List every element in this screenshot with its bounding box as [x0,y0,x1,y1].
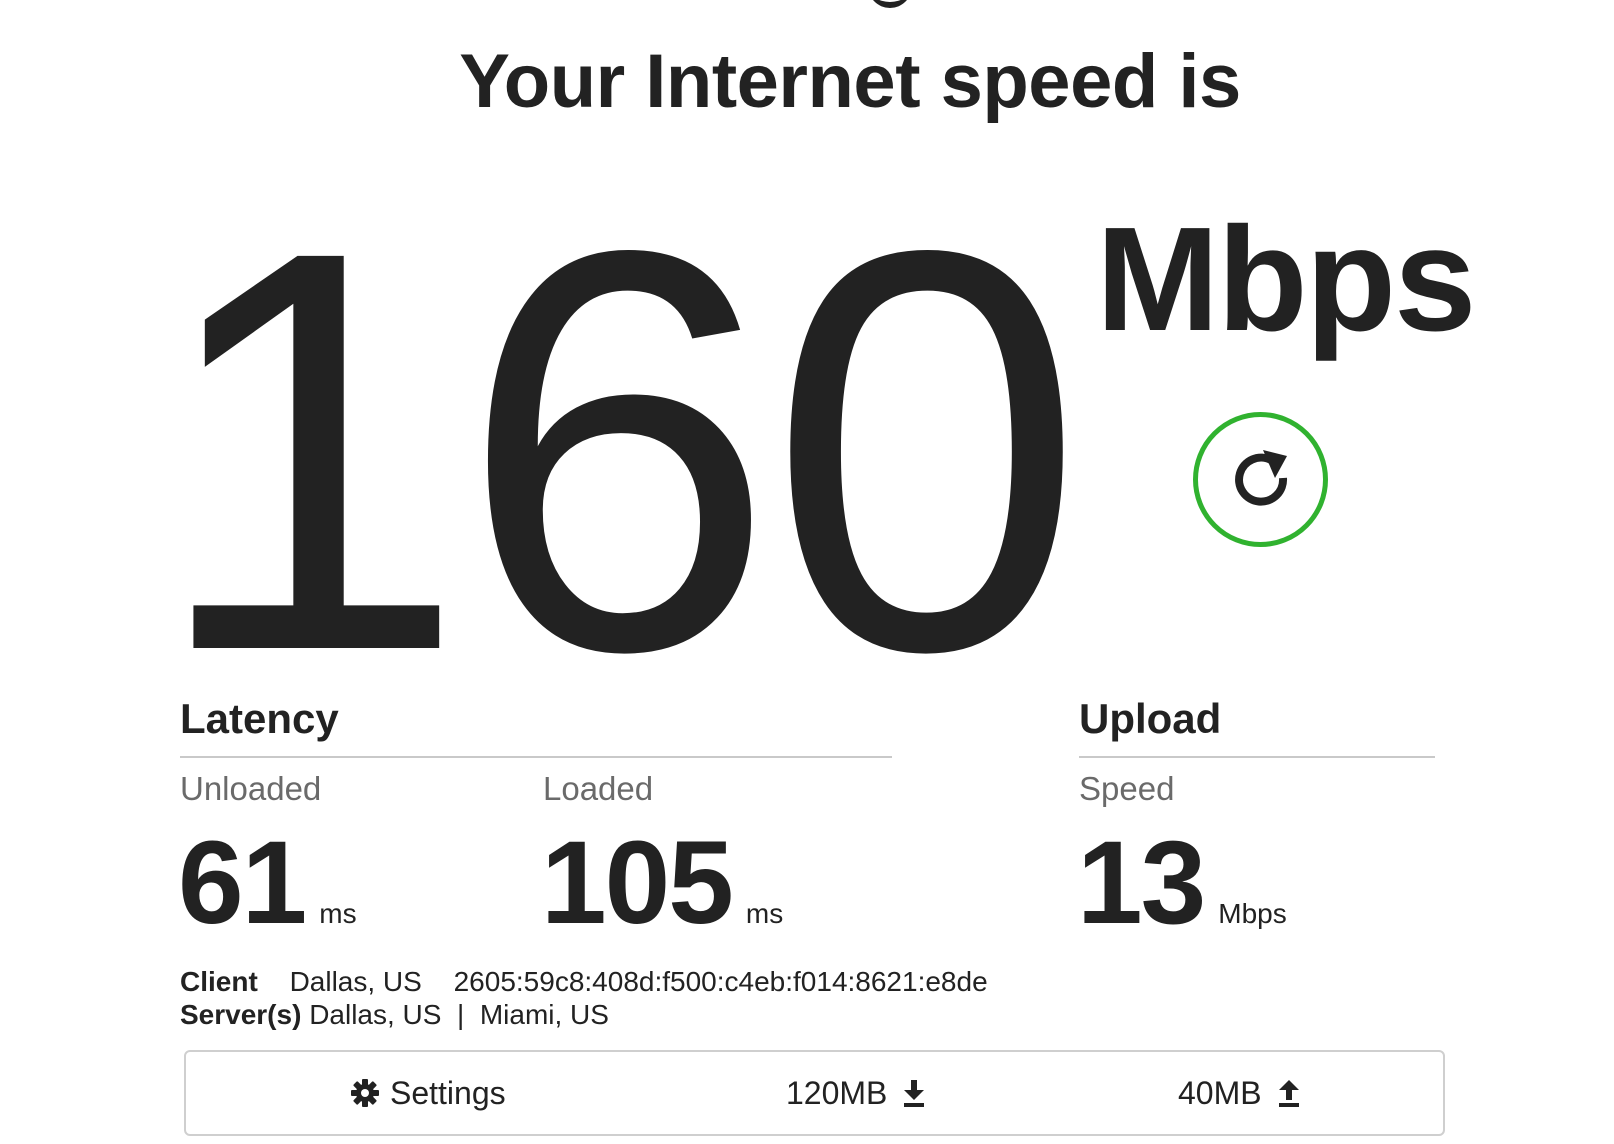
loaded-latency: 105 ms [541,824,783,942]
upload-size-label: 40MB [1178,1074,1262,1111]
refresh-button[interactable] [1193,412,1328,547]
client-location: Dallas, US [289,966,422,997]
gear-icon [351,1079,379,1107]
speed-test-page: Your Internet speed is 160 Mbps Latency … [0,0,1614,1144]
settings-button[interactable]: Settings [350,1052,506,1134]
download-icon [904,1080,925,1107]
loaded-latency-unit: ms [745,898,784,929]
client-ip: 2605:59c8:408d:f500:c4eb:f014:8621:e8de [453,966,988,997]
upload-speed: 13 Mbps [1077,824,1287,942]
loaded-latency-label: Loaded [543,770,654,807]
upload-speed-unit: Mbps [1218,898,1287,929]
servers-list: Dallas, US | Miami, US [309,999,609,1030]
latency-section-title: Latency [180,695,339,742]
refresh-icon [1234,449,1287,506]
loaded-latency-value: 105 [541,817,734,949]
upload-divider [1079,756,1435,758]
server-info: Server(s) Dallas, US | Miami, US [180,1001,609,1029]
unloaded-latency-label: Unloaded [180,770,322,807]
download-size-button[interactable]: 120MB [786,1052,927,1134]
client-label: Client [180,966,258,997]
servers-label: Server(s) [180,999,302,1030]
latency-divider [180,756,892,758]
unloaded-latency: 61 ms [178,824,357,942]
upload-speed-value: 13 [1077,817,1206,949]
speed-units: Mbps [1096,197,1476,362]
logo-fragment [868,0,912,8]
upload-speed-label: Speed [1079,770,1175,807]
page-title: Your Internet speed is [459,39,1241,124]
unloaded-latency-unit: ms [319,898,357,929]
upload-section-title: Upload [1079,695,1222,742]
upload-icon [1278,1080,1299,1107]
upload-size-button[interactable]: 40MB [1178,1052,1302,1134]
settings-label: Settings [390,1074,506,1111]
download-size-label: 120MB [786,1074,888,1111]
footer-toolbar: Settings 120MB 40MB [184,1050,1445,1136]
speed-value: 160 [150,132,1085,769]
unloaded-latency-value: 61 [178,817,307,949]
client-info: Client Dallas, US 2605:59c8:408d:f500:c4… [180,968,988,996]
